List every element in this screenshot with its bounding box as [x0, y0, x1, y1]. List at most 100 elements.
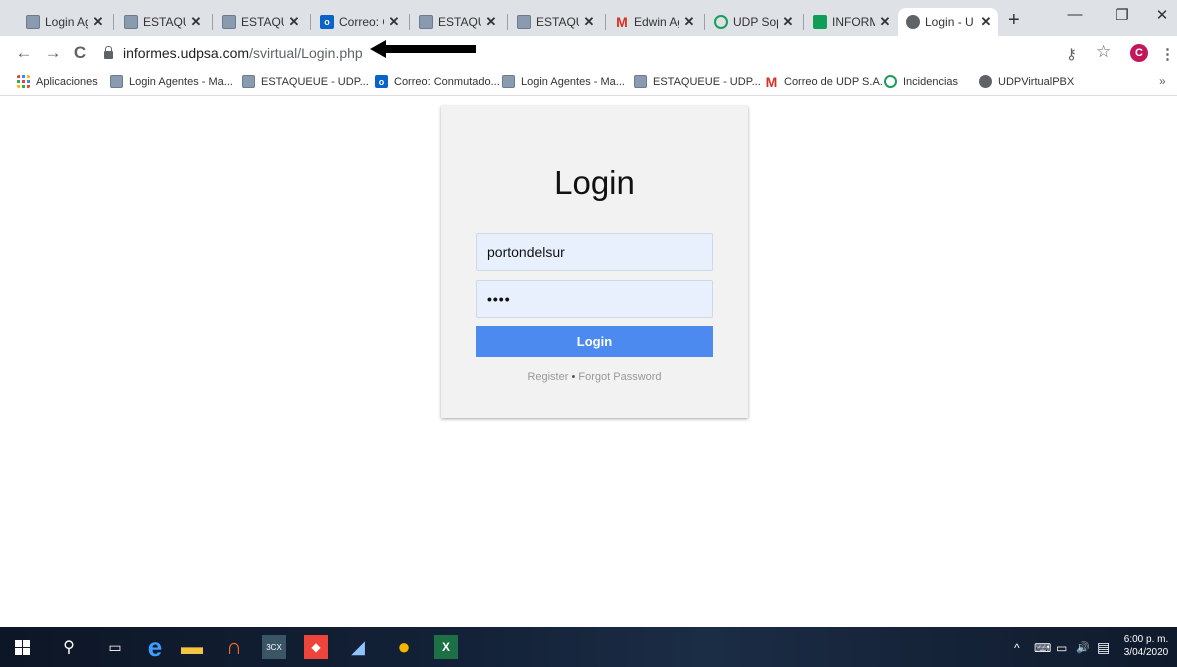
bookmark-aplicaciones[interactable]: Aplicaciones — [17, 75, 98, 88]
tab-title: Edwin Ag — [634, 15, 679, 29]
notifications-icon[interactable]: ▤ — [1097, 639, 1110, 656]
bookmark-label: Login Agentes - Ma... — [521, 75, 625, 88]
minimize-button[interactable]: — — [1065, 6, 1085, 23]
window-close-button[interactable]: ✕ — [1152, 6, 1172, 24]
windows-logo-icon — [14, 639, 30, 655]
bookmark-correo-conmutado[interactable]: o Correo: Conmutado... — [375, 75, 500, 88]
tab-estaqueue-2[interactable]: ESTAQUE ✕ — [214, 8, 306, 36]
address-bar[interactable]: informes.udpsa.com/svirtual/Login.php — [104, 40, 1104, 66]
tab-divider — [212, 14, 213, 30]
clock-time: 6:00 p. m. — [1123, 634, 1169, 645]
bookmark-star-icon[interactable]: ☆ — [1096, 42, 1111, 62]
tab-title: Correo: C — [339, 15, 384, 29]
anydesk-icon[interactable]: ◆ — [304, 635, 328, 659]
grid-favicon-icon — [419, 15, 433, 29]
tab-udp-soporte[interactable]: UDP Sop ✕ — [706, 8, 800, 36]
restore-button[interactable]: ❐ — [1112, 6, 1132, 24]
forward-arrow-icon[interactable]: → — [43, 43, 63, 63]
apps-icon — [17, 75, 30, 88]
tab-close-icon[interactable]: ✕ — [782, 14, 794, 30]
tab-close-icon[interactable]: ✕ — [879, 14, 891, 30]
reload-icon[interactable]: C — [70, 43, 90, 63]
link-separator: • — [571, 371, 576, 383]
3cx-icon[interactable]: 3CX — [262, 635, 286, 659]
file-explorer-icon[interactable]: ▬ — [180, 634, 204, 659]
url-path: /svirtual/Login.php — [249, 45, 363, 61]
back-arrow-icon[interactable]: ← — [14, 43, 34, 63]
volume-icon[interactable]: 🔊 — [1076, 641, 1090, 654]
search-icon[interactable]: ⚲ — [57, 635, 81, 659]
edge-icon[interactable]: e — [143, 632, 167, 662]
grid-favicon-icon — [124, 15, 138, 29]
tab-close-icon[interactable]: ✕ — [583, 14, 595, 30]
display-icon[interactable]: ▭ — [1056, 641, 1067, 655]
login-button[interactable]: Login — [476, 326, 713, 357]
tab-divider — [409, 14, 410, 30]
tab-informe[interactable]: INFORME ✕ — [805, 8, 897, 36]
bookmarks-more-icon[interactable]: » — [1159, 74, 1166, 88]
browser-menu-icon[interactable]: ⋮ — [1160, 45, 1175, 63]
tab-close-icon[interactable]: ✕ — [388, 14, 400, 30]
bookmark-estaqueue-1[interactable]: ESTAQUEUE - UDP... — [242, 75, 369, 88]
tab-edwin[interactable]: M Edwin Ag ✕ — [607, 8, 701, 36]
task-view-icon[interactable]: ▭ — [103, 635, 127, 659]
tab-close-icon[interactable]: ✕ — [92, 14, 104, 30]
key-icon[interactable]: ⚷ — [1066, 45, 1077, 63]
tab-divider — [704, 14, 705, 30]
bookmark-login-agentes-1[interactable]: Login Agentes - Ma... — [110, 75, 233, 88]
register-link[interactable]: Register — [527, 371, 568, 383]
tab-estaqueue-1[interactable]: ESTAQUE ✕ — [116, 8, 208, 36]
grid-favicon-icon — [110, 75, 123, 88]
tab-divider — [310, 14, 311, 30]
tab-title: ESTAQUE — [438, 15, 481, 29]
globe-icon — [906, 15, 920, 29]
tab-login-agentes[interactable]: Login Ag ✕ — [18, 8, 110, 36]
bookmark-label: Correo de UDP S.A. — [784, 75, 883, 88]
grid-favicon-icon — [242, 75, 255, 88]
tab-close-icon[interactable]: ✕ — [190, 14, 202, 30]
browser-toolbar: ← → C informes.udpsa.com/svirtual/Login.… — [0, 36, 1177, 70]
tab-close-icon[interactable]: ✕ — [980, 14, 992, 30]
bookmark-label: Login Agentes - Ma... — [129, 75, 233, 88]
tab-divider — [605, 14, 606, 30]
globe-icon — [979, 75, 992, 88]
tray-chevron-icon[interactable]: ^ — [1014, 641, 1020, 655]
tab-correo[interactable]: o Correo: C ✕ — [312, 8, 406, 36]
bookmark-incidencias[interactable]: Incidencias — [884, 75, 958, 88]
bookmark-login-agentes-2[interactable]: Login Agentes - Ma... — [502, 75, 625, 88]
password-input[interactable]: •••• — [476, 280, 713, 318]
tab-title: ESTAQUE — [241, 15, 284, 29]
tab-title: Login - U — [925, 15, 974, 29]
network-icon[interactable]: ⌨ — [1034, 641, 1051, 655]
tab-estaqueue-3[interactable]: ESTAQUE ✕ — [411, 8, 503, 36]
bookmarks-bar: Aplicaciones Login Agentes - Ma... ESTAQ… — [0, 70, 1177, 96]
windows-start-button[interactable] — [10, 635, 34, 659]
profile-avatar[interactable]: C — [1130, 44, 1148, 62]
tab-close-icon[interactable]: ✕ — [288, 14, 300, 30]
tab-title: ESTAQUE — [536, 15, 579, 29]
tab-close-icon[interactable]: ✕ — [683, 14, 695, 30]
excel-icon[interactable]: X — [434, 635, 458, 659]
bookmark-estaqueue-2[interactable]: ESTAQUEUE - UDP... — [634, 75, 761, 88]
outlook-icon: o — [375, 75, 388, 88]
tab-estaqueue-4[interactable]: ESTAQUE ✕ — [509, 8, 601, 36]
tab-divider — [113, 14, 114, 30]
outlook-icon: o — [320, 15, 334, 29]
chrome-icon[interactable]: ● — [392, 634, 416, 659]
bookmark-label: Incidencias — [903, 75, 959, 88]
tab-divider — [507, 14, 508, 30]
taskbar-clock[interactable]: 6:00 p. m. 3/04/2020 — [1118, 633, 1174, 659]
tab-close-icon[interactable]: ✕ — [485, 14, 497, 30]
sheets-icon — [813, 15, 827, 29]
app-blue-icon[interactable]: ◢ — [346, 635, 370, 659]
bookmark-correo-udp[interactable]: M Correo de UDP S.A. — [765, 75, 883, 89]
username-input[interactable]: portondelsur — [476, 233, 713, 271]
tab-login-active[interactable]: Login - U ✕ — [898, 8, 998, 36]
bookmark-udpvirtualpbx[interactable]: UDPVirtualPBX — [979, 75, 1074, 88]
grid-favicon-icon — [26, 15, 40, 29]
app-headset-icon[interactable]: ∩ — [222, 634, 246, 659]
forgot-password-link[interactable]: Forgot Password — [578, 371, 661, 383]
new-tab-button[interactable]: + — [1008, 10, 1020, 30]
grid-favicon-icon — [502, 75, 515, 88]
bookmark-label: Aplicaciones — [36, 75, 98, 88]
